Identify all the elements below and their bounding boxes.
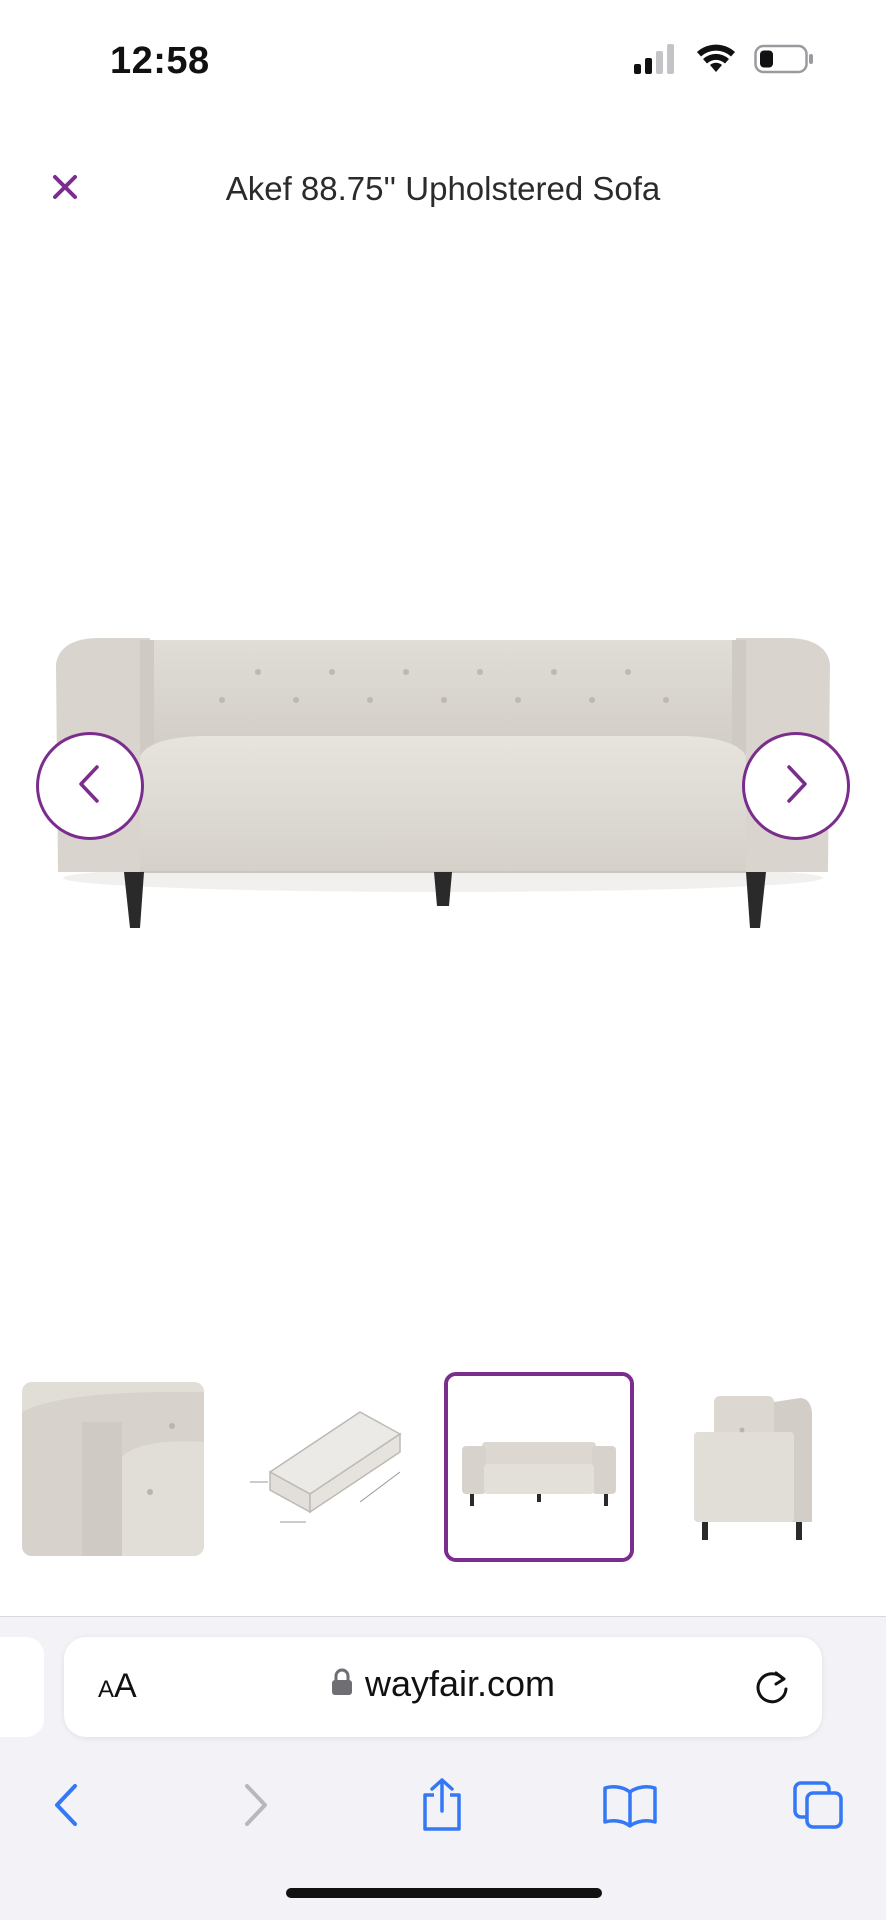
next-image-button[interactable] [742, 732, 850, 840]
browser-toolbar [0, 1767, 886, 1857]
product-title: Akef 88.75'' Upholstered Sofa [225, 170, 661, 207]
bookmarks-button[interactable] [590, 1767, 670, 1847]
previous-tab-peek[interactable] [0, 1637, 44, 1737]
status-bar: 12:58 [0, 0, 886, 130]
battery-icon [754, 44, 814, 79]
back-button[interactable] [26, 1767, 106, 1847]
chevron-left-icon [75, 763, 105, 810]
forward-icon [241, 1782, 271, 1833]
tabs-button[interactable] [778, 1767, 858, 1847]
share-button[interactable] [402, 1767, 482, 1847]
cellular-signal-icon [634, 44, 678, 79]
close-icon [50, 172, 80, 207]
reload-button[interactable] [750, 1665, 794, 1709]
back-icon [51, 1782, 81, 1833]
share-icon [419, 1777, 465, 1838]
url-text: wayfair.com [364, 1663, 556, 1704]
thumbnail-strip [0, 1372, 886, 1562]
address-bar[interactable]: AA wayfair.com [64, 1637, 822, 1737]
tabs-icon [792, 1780, 844, 1835]
bookmarks-icon [602, 1782, 658, 1833]
screen: 12:58 Akef 88.75'' Upholstered Sofa AA w… [0, 0, 886, 1920]
thumbnail-dimensions[interactable] [240, 1372, 430, 1562]
thumbnail-arm-detail[interactable] [22, 1382, 204, 1556]
previous-image-button[interactable] [36, 732, 144, 840]
wifi-icon [696, 44, 736, 79]
chevron-right-icon [781, 763, 811, 810]
close-button[interactable] [40, 164, 90, 214]
url-display[interactable]: wayfair.com [64, 1663, 822, 1705]
browser-chrome: AA wayfair.com [0, 1616, 886, 1920]
thumbnail-side-view[interactable] [680, 1372, 870, 1562]
modal-header: Akef 88.75'' Upholstered Sofa [0, 150, 886, 230]
home-indicator[interactable] [286, 1888, 602, 1898]
forward-button[interactable] [216, 1767, 296, 1847]
thumbnail-front-view[interactable] [444, 1372, 634, 1562]
reload-icon [750, 1671, 794, 1713]
lock-icon [331, 1668, 353, 1701]
status-icons [634, 44, 814, 79]
status-time: 12:58 [110, 40, 210, 82]
